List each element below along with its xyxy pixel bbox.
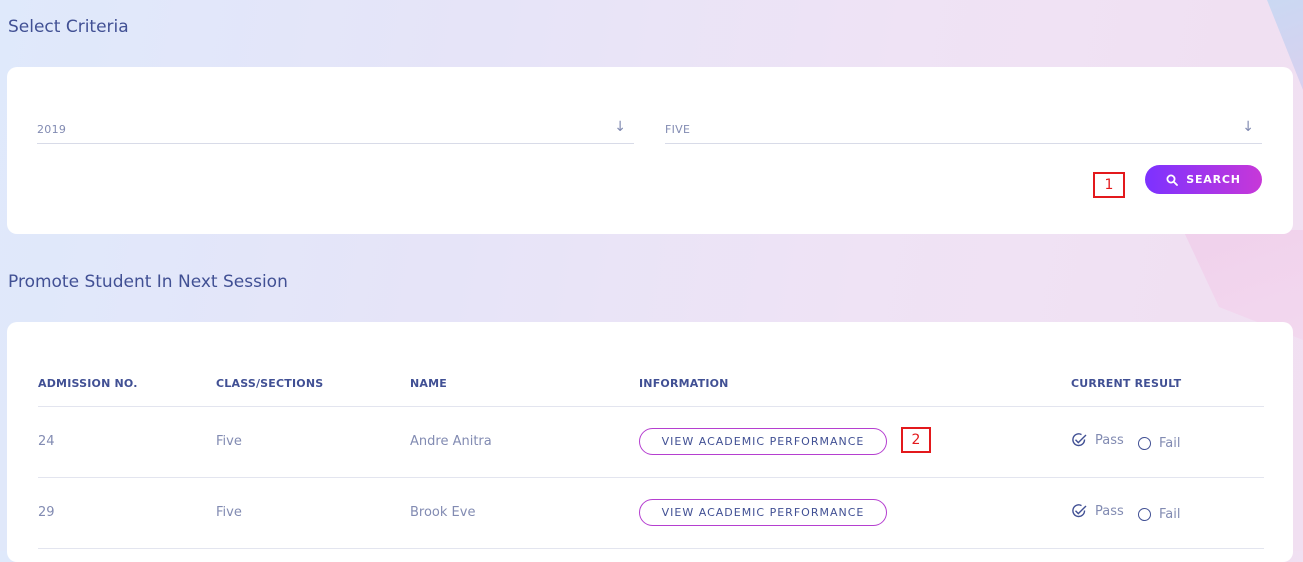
view-academic-performance-button[interactable]: VIEW ACADEMIC PERFORMANCE	[639, 499, 887, 526]
search-button[interactable]: SEARCH	[1145, 165, 1262, 194]
pass-label: Pass	[1095, 503, 1124, 519]
radio-empty-icon	[1138, 508, 1151, 521]
header-admission: ADMISSION NO.	[38, 377, 138, 390]
pass-label: Pass	[1095, 432, 1124, 448]
arrow-down-icon: ↓	[614, 119, 626, 135]
table-divider	[38, 477, 1264, 478]
header-current-result: CURRENT RESULT	[1071, 377, 1182, 390]
header-information: INFORMATION	[639, 377, 729, 390]
student-name: Andre Anitra	[410, 434, 492, 449]
arrow-down-icon: ↓	[1242, 119, 1254, 135]
select-criteria-title: Select Criteria	[8, 17, 129, 37]
session-select-value: 2019	[37, 123, 67, 136]
class-section: Five	[216, 434, 242, 449]
fail-label: Fail	[1159, 507, 1181, 522]
fail-radio[interactable]: Fail	[1138, 436, 1180, 451]
promote-card: ADMISSION NO. CLASS/SECTIONS NAME INFORM…	[7, 322, 1293, 562]
admission-no: 24	[38, 434, 55, 449]
student-name: Brook Eve	[410, 505, 476, 520]
annotation-mark-1: 1	[1093, 172, 1125, 198]
admission-no: 29	[38, 505, 55, 520]
search-button-label: SEARCH	[1186, 173, 1241, 186]
header-name: NAME	[410, 377, 447, 390]
check-circle-icon	[1072, 433, 1087, 447]
class-select[interactable]: FIVE ↓	[665, 117, 1262, 144]
table-divider	[38, 548, 1264, 549]
search-icon	[1166, 174, 1179, 186]
radio-empty-icon	[1138, 437, 1151, 450]
pass-radio[interactable]: Pass	[1071, 432, 1124, 448]
fail-label: Fail	[1159, 436, 1181, 451]
session-select[interactable]: 2019 ↓	[37, 117, 634, 144]
table-divider	[38, 406, 1264, 407]
annotation-mark-2: 2	[901, 427, 931, 453]
pass-radio[interactable]: Pass	[1071, 503, 1124, 519]
criteria-card: 2019 ↓ FIVE ↓ 1 SEARCH	[7, 67, 1293, 234]
check-circle-icon	[1072, 504, 1087, 518]
view-academic-performance-button[interactable]: VIEW ACADEMIC PERFORMANCE	[639, 428, 887, 455]
class-section: Five	[216, 505, 242, 520]
promote-title: Promote Student In Next Session	[8, 272, 288, 292]
class-select-value: FIVE	[665, 123, 691, 136]
fail-radio[interactable]: Fail	[1138, 507, 1180, 522]
header-class: CLASS/SECTIONS	[216, 377, 324, 390]
